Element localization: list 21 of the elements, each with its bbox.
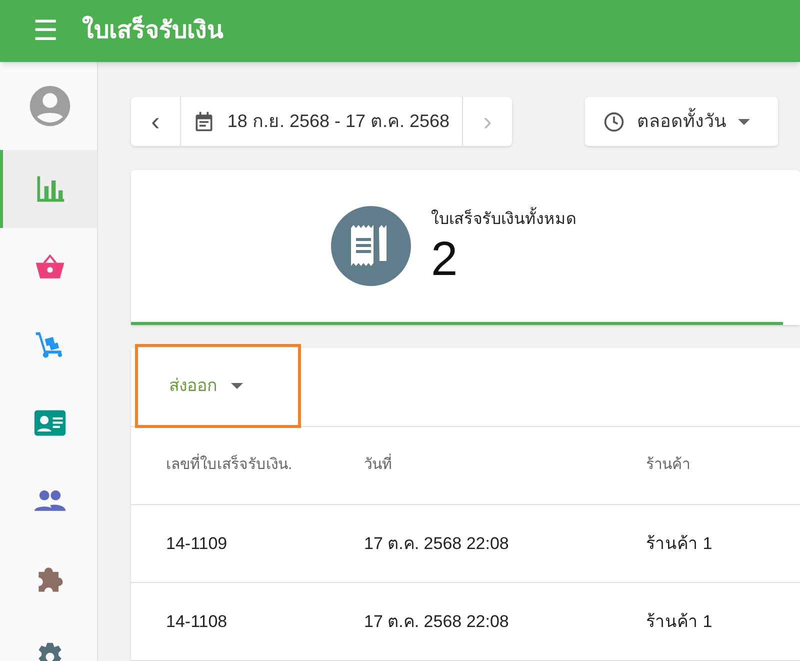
column-header: เลขที่ใบเสร็จรับเงิน.	[166, 454, 364, 477]
previous-button[interactable]: ‹	[131, 97, 181, 146]
clock-icon	[603, 110, 625, 132]
date-range-button[interactable]: 18 ก.ย. 2568 - 17 ต.ค. 2568	[181, 97, 462, 146]
receipt-icon	[331, 206, 411, 286]
table-cell-text: 14-1109	[166, 532, 228, 555]
table-cell-text: ร้านค้า 1	[646, 610, 714, 633]
summary-label: ใบเสร็จรับเงินทั้งหมด	[431, 208, 576, 232]
table-cell-text: 17 ต.ค. 2568 22:08	[364, 610, 510, 633]
table-cell-text: 17 ต.ค. 2568 22:08	[364, 532, 510, 555]
caret-icon	[738, 118, 750, 124]
table-cell-text: 14-1108	[166, 610, 228, 633]
caret-icon	[231, 383, 243, 389]
summary-count: 2	[431, 236, 459, 284]
calendar-icon	[193, 110, 216, 132]
sidebar-item[interactable]	[0, 150, 97, 228]
app-title: ใบเสร็จรับเงิน	[82, 14, 223, 46]
table-cell-text: ร้านค้า 1	[646, 532, 714, 555]
column-header: ร้านค้า	[646, 455, 691, 476]
column-header: วันที่	[364, 454, 646, 477]
time-filter-dropdown[interactable]: ตลอดทั้งวัน	[585, 97, 778, 146]
